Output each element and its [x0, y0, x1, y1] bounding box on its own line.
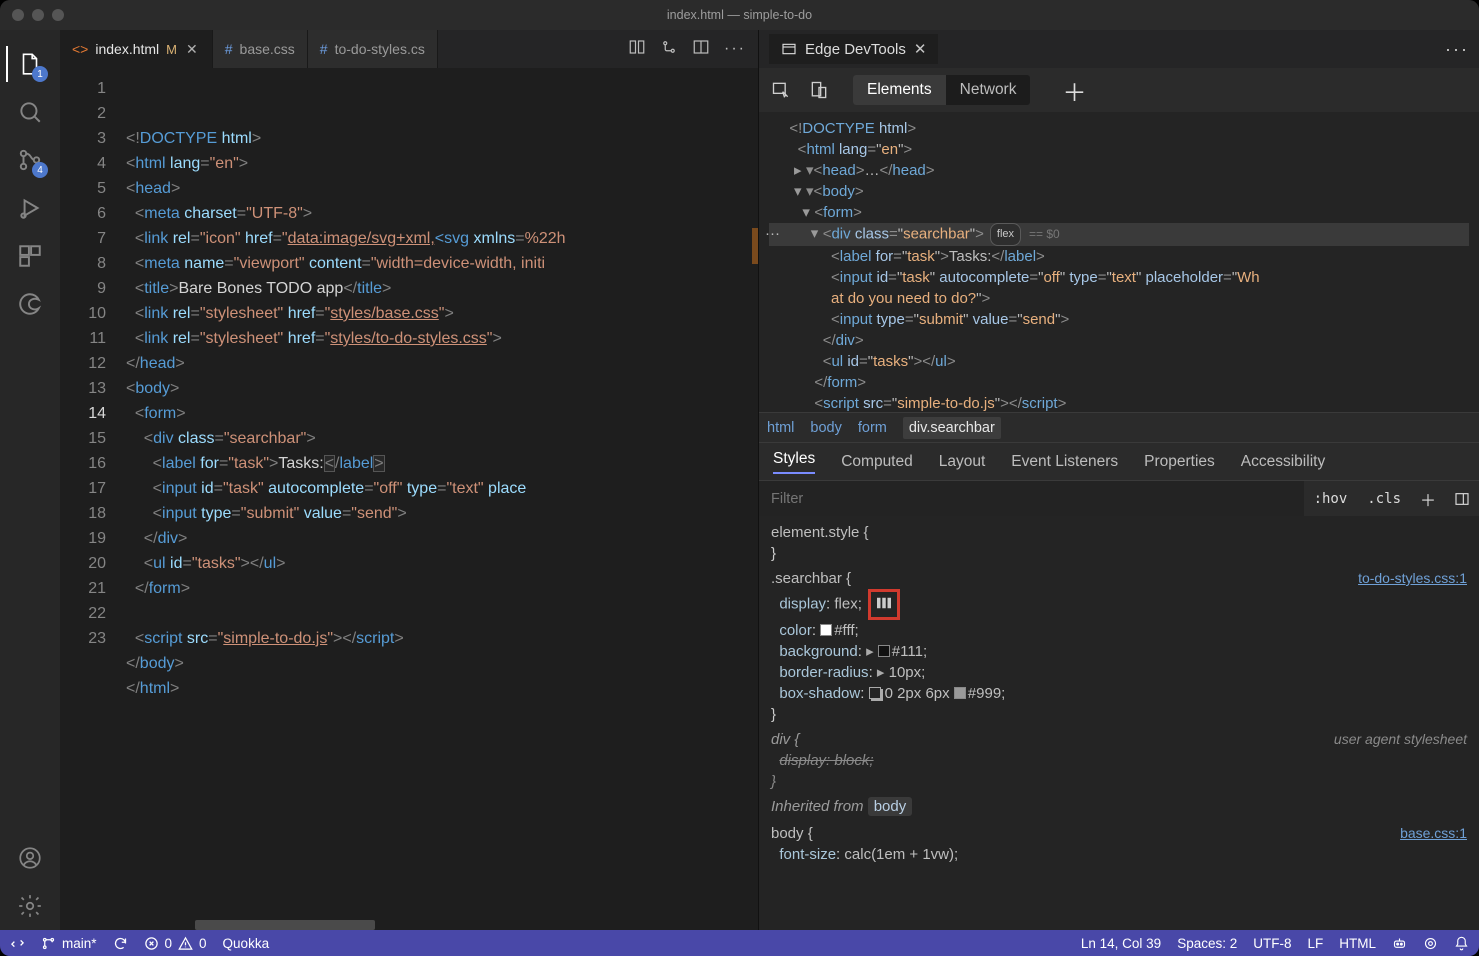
- styles-tab-event-listeners[interactable]: Event Listeners: [1011, 453, 1118, 471]
- minimize-dot[interactable]: [32, 9, 44, 21]
- dom-tree[interactable]: <!DOCTYPE html> <html lang="en"> ▸▾<head…: [759, 112, 1479, 412]
- hov-toggle[interactable]: :hov: [1304, 491, 1358, 507]
- copilot-icon[interactable]: [1392, 936, 1407, 951]
- devtools-panel-tabs: Elements Network: [853, 75, 1030, 105]
- more-icon[interactable]: ···: [1445, 39, 1469, 60]
- css-file-icon: #: [225, 41, 233, 57]
- modified-indicator: M: [166, 42, 177, 57]
- tab-index-html[interactable]: <> index.html M ✕: [60, 30, 213, 68]
- horizontal-scrollbar[interactable]: [195, 920, 375, 930]
- flex-editor-icon[interactable]: [868, 589, 900, 620]
- close-icon[interactable]: ✕: [184, 41, 200, 58]
- styles-tab-styles[interactable]: Styles: [773, 450, 815, 474]
- explorer-badge: 1: [32, 66, 48, 82]
- styles-tab-computed[interactable]: Computed: [841, 453, 913, 471]
- styles-tab-properties[interactable]: Properties: [1144, 453, 1215, 471]
- run-debug-icon[interactable]: [6, 184, 54, 232]
- titlebar: index.html — simple-to-do: [0, 0, 1479, 30]
- devtools-toolbar: Elements Network ＋: [759, 68, 1479, 112]
- close-icon[interactable]: ✕: [914, 40, 927, 58]
- styles-filter-row: :hov .cls ＋: [759, 480, 1479, 516]
- tab-base-css[interactable]: # base.css: [213, 30, 308, 68]
- breadcrumb[interactable]: html body form div.searchbar: [759, 412, 1479, 442]
- editor-actions: ···: [616, 30, 758, 68]
- cursor-position[interactable]: Ln 14, Col 39: [1081, 936, 1161, 951]
- settings-gear-icon[interactable]: [6, 882, 54, 930]
- encoding[interactable]: UTF-8: [1253, 936, 1291, 951]
- styles-tab-layout[interactable]: Layout: [939, 453, 986, 471]
- editor-group: <> index.html M ✕ # base.css # to-do-sty…: [60, 30, 759, 930]
- source-link[interactable]: to-do-styles.css:1: [1358, 568, 1467, 589]
- extensions-icon[interactable]: [6, 232, 54, 280]
- code-editor[interactable]: 1234567891011121314151617181920212223 <!…: [60, 68, 758, 930]
- close-dot[interactable]: [12, 9, 24, 21]
- overview-ruler[interactable]: [748, 68, 758, 930]
- status-bar: main* 0 0 Quokka Ln 14, Col 39 Spaces: 2…: [0, 930, 1479, 956]
- window-title: index.html — simple-to-do: [667, 8, 812, 22]
- line-gutter: 1234567891011121314151617181920212223: [60, 68, 120, 930]
- inherited-from-link[interactable]: body: [868, 797, 913, 816]
- device-toggle-icon[interactable]: [809, 80, 829, 100]
- activity-bar: 1 4: [0, 30, 60, 930]
- zoom-dot[interactable]: [52, 9, 64, 21]
- tab-label: to-do-styles.cs: [335, 41, 425, 57]
- scm-badge: 4: [32, 162, 48, 178]
- devtools-tabbar: Edge DevTools ✕ ···: [759, 30, 1479, 68]
- language-mode[interactable]: HTML: [1339, 936, 1376, 951]
- source-link[interactable]: base.css:1: [1400, 823, 1467, 844]
- indentation[interactable]: Spaces: 2: [1177, 936, 1237, 951]
- tab-label: base.css: [240, 41, 295, 57]
- tab-to-do-styles[interactable]: # to-do-styles.cs: [308, 30, 438, 68]
- quokka-indicator[interactable]: Quokka: [223, 936, 270, 951]
- styles-subtabs: Styles Computed Layout Event Listeners Prope…: [759, 442, 1479, 480]
- diff-icon[interactable]: [660, 38, 678, 61]
- more-icon[interactable]: ···: [724, 40, 746, 58]
- vscode-window: index.html — simple-to-do 1 4: [0, 0, 1479, 956]
- add-panel-icon[interactable]: ＋: [1062, 73, 1086, 108]
- crumb-html[interactable]: html: [767, 420, 794, 436]
- devtools-panel: Edge DevTools ✕ ··· Elements Network ＋ <…: [759, 30, 1479, 930]
- branch-indicator[interactable]: main*: [41, 936, 97, 951]
- elements-tab[interactable]: Elements: [853, 75, 946, 105]
- crumb-form[interactable]: form: [858, 420, 887, 436]
- inspect-icon[interactable]: [771, 80, 791, 100]
- notifications-icon[interactable]: [1454, 936, 1469, 951]
- tab-edge-devtools[interactable]: Edge DevTools ✕: [769, 34, 938, 64]
- html-file-icon: <>: [72, 41, 88, 57]
- split-editor-icon[interactable]: [692, 38, 710, 61]
- css-file-icon: #: [320, 41, 328, 57]
- accounts-icon[interactable]: [6, 834, 54, 882]
- explorer-icon[interactable]: 1: [6, 40, 54, 88]
- network-tab[interactable]: Network: [946, 75, 1031, 105]
- crumb-div-searchbar[interactable]: div.searchbar: [903, 417, 1001, 439]
- tab-label: index.html: [95, 41, 159, 57]
- cls-toggle[interactable]: .cls: [1357, 491, 1411, 507]
- source-control-icon[interactable]: 4: [6, 136, 54, 184]
- crumb-body[interactable]: body: [810, 420, 841, 436]
- code-area[interactable]: <!DOCTYPE html><html lang="en"><head> <m…: [120, 68, 748, 930]
- remote-indicator[interactable]: [10, 936, 25, 951]
- edge-tools-icon[interactable]: [6, 280, 54, 328]
- tab-label: Edge DevTools: [805, 41, 906, 58]
- window-controls[interactable]: [12, 9, 64, 21]
- sync-icon[interactable]: [113, 936, 128, 951]
- problems-indicator[interactable]: 0 0: [144, 936, 207, 951]
- new-rule-icon[interactable]: ＋: [1411, 487, 1445, 511]
- styles-filter-input[interactable]: [759, 481, 1304, 516]
- compare-icon[interactable]: [628, 38, 646, 61]
- eol[interactable]: LF: [1307, 936, 1323, 951]
- search-icon[interactable]: [6, 88, 54, 136]
- styles-tab-accessibility[interactable]: Accessibility: [1241, 453, 1325, 471]
- editor-tabbar: <> index.html M ✕ # base.css # to-do-sty…: [60, 30, 758, 68]
- computed-toggle-icon[interactable]: [1445, 491, 1479, 507]
- feedback-icon[interactable]: [1423, 936, 1438, 951]
- styles-pane[interactable]: element.style {}to-do-styles.css:1.searc…: [759, 516, 1479, 930]
